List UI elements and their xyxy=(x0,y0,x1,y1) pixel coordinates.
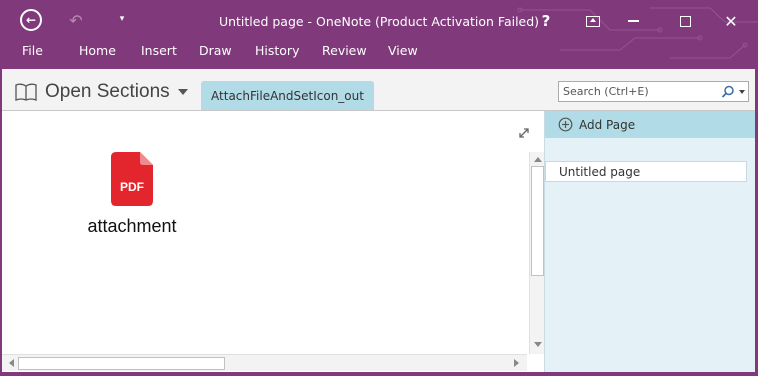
chevron-down-icon xyxy=(177,89,188,95)
help-button[interactable]: ? xyxy=(533,8,559,34)
ribbon-display-options-button[interactable] xyxy=(580,8,606,34)
tab-home[interactable]: Home xyxy=(79,41,116,60)
window-border-left xyxy=(0,69,2,376)
add-page-label: Add Page xyxy=(579,117,636,132)
pdf-file-icon: PDF xyxy=(111,152,153,206)
undo-button[interactable]: ↶ xyxy=(65,9,87,31)
page-list-panel: Add Page Untitled page xyxy=(544,111,756,372)
add-page-button[interactable]: Add Page xyxy=(545,111,756,138)
back-button[interactable]: ← xyxy=(18,7,44,33)
maximize-icon xyxy=(679,15,691,27)
help-icon: ? xyxy=(541,12,551,30)
back-arrow-icon: ← xyxy=(20,9,42,31)
pdf-icon-label: PDF xyxy=(120,180,144,194)
tab-review[interactable]: Review xyxy=(322,41,367,60)
file-attachment[interactable]: PDF attachment xyxy=(70,152,194,237)
window-border-bottom xyxy=(0,372,758,376)
section-tab[interactable]: AttachFileAndSetIcon_out xyxy=(201,81,374,110)
scroll-up-arrow-icon[interactable] xyxy=(530,153,545,165)
scroll-right-arrow-icon[interactable] xyxy=(510,355,522,371)
customize-toolbar-button[interactable]: ▾ xyxy=(112,9,132,29)
add-page-icon xyxy=(558,117,573,132)
minimize-icon xyxy=(627,20,639,22)
scroll-left-arrow-icon[interactable] xyxy=(5,355,17,371)
tab-draw[interactable]: Draw xyxy=(199,41,232,60)
search-box xyxy=(558,81,749,102)
onenote-window: ← ↶ ▾ Untitled page - OneNote (Product A… xyxy=(0,0,758,376)
vertical-scroll-thumb[interactable] xyxy=(531,166,544,276)
tab-insert[interactable]: Insert xyxy=(141,41,177,60)
open-sections-dropdown[interactable]: Open Sections xyxy=(15,80,188,104)
scroll-down-arrow-icon[interactable] xyxy=(530,338,545,350)
horizontal-scroll-thumb[interactable] xyxy=(18,357,225,370)
page-list-item[interactable]: Untitled page xyxy=(545,161,747,182)
maximize-button[interactable] xyxy=(672,8,698,34)
close-icon: ✕ xyxy=(724,11,738,31)
horizontal-scrollbar[interactable] xyxy=(2,354,527,371)
minimize-button[interactable] xyxy=(620,8,646,34)
search-input[interactable] xyxy=(559,84,715,99)
tab-view[interactable]: View xyxy=(388,41,418,60)
notebook-icon xyxy=(15,83,37,101)
close-button[interactable]: ✕ xyxy=(718,8,744,34)
notebook-bar: Open Sections AttachFileAndSetIcon_out xyxy=(0,69,758,111)
title-bar: ← ↶ ▾ Untitled page - OneNote (Product A… xyxy=(0,0,758,69)
customize-toolbar-icon: ▾ xyxy=(119,14,125,24)
search-scope-chevron-icon[interactable] xyxy=(739,90,745,94)
tab-file[interactable]: File xyxy=(22,41,43,60)
attachment-filename: attachment xyxy=(87,216,177,236)
tab-history[interactable]: History xyxy=(255,41,299,60)
search-icon[interactable] xyxy=(721,85,735,99)
page-title: Untitled page xyxy=(559,164,641,179)
expand-icon[interactable] xyxy=(516,125,532,141)
notebook-label: Open Sections xyxy=(45,81,170,102)
vertical-scrollbar[interactable] xyxy=(529,152,545,354)
ribbon-display-icon xyxy=(586,15,600,27)
undo-icon: ↶ xyxy=(69,10,83,30)
